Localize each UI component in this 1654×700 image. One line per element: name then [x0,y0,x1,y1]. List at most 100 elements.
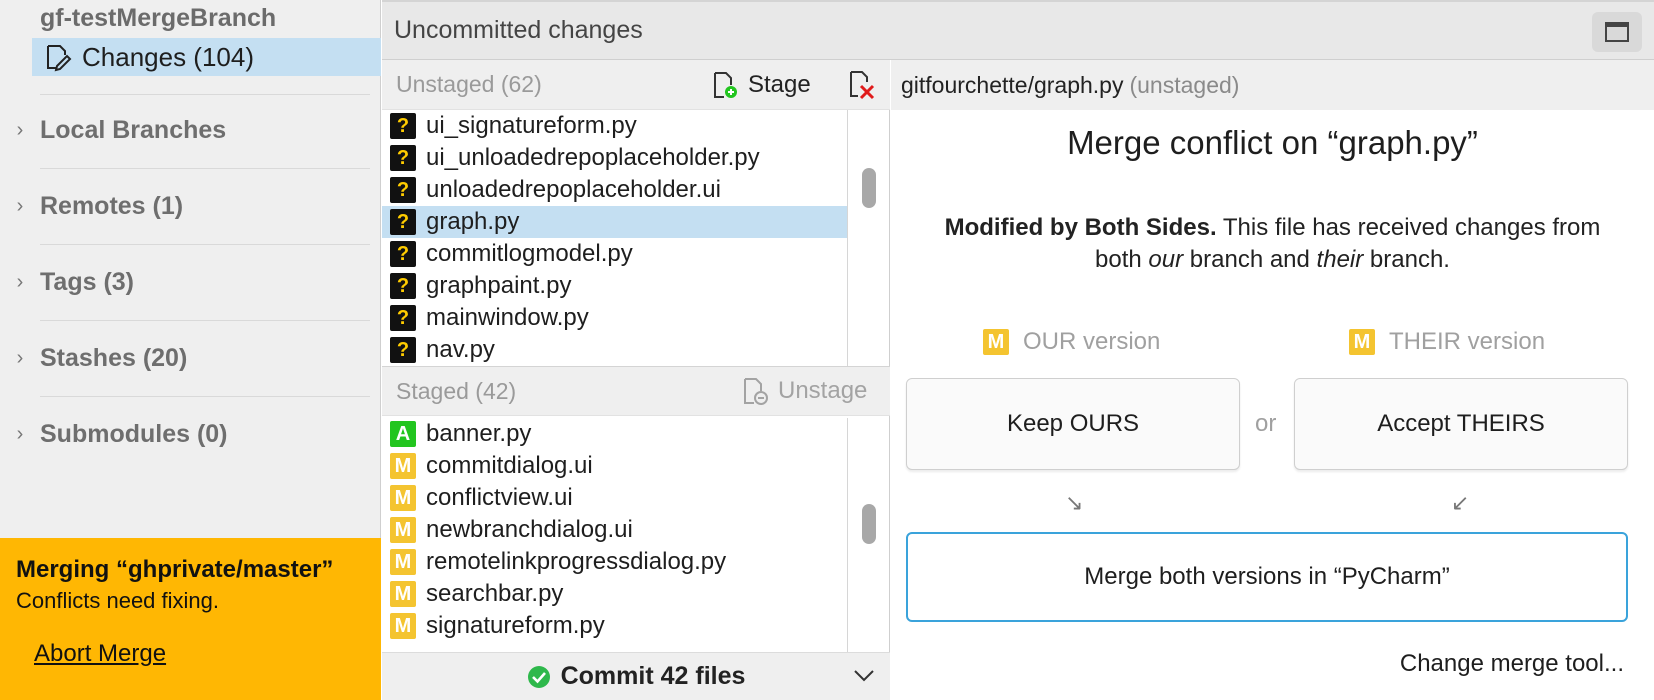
chevron-down-icon[interactable] [852,663,876,687]
page-title: Uncommitted changes [394,16,643,44]
their-version-label: M THEIR version [1349,328,1545,356]
sidebar-section-stashes[interactable]: › Stashes (20) [0,338,381,378]
status-badge: ? [390,145,416,171]
staged-header: Staged (42) Unstage [382,366,890,416]
or-label: or [1255,410,1277,437]
list-item[interactable]: M newbranchdialog.ui [382,514,848,546]
stage-file-icon [714,71,737,98]
file-path-bar: gitfourchette/graph.py (unstaged) [891,60,1654,110]
section-label: Remotes (1) [40,191,184,220]
abort-merge-link[interactable]: Abort Merge [34,640,166,668]
list-item[interactable]: ? commitlogmodel.py [382,238,848,270]
list-item[interactable]: M signatureform.py [382,610,848,642]
accept-theirs-button[interactable]: Accept THEIRS [1294,378,1628,470]
file-name: nav.py [426,336,495,363]
divider [40,320,370,321]
desc-text: branch and [1183,246,1317,273]
conflict-description: Modified by Both Sides. This file has re… [921,212,1624,276]
list-item[interactable]: M searchbar.py [382,578,848,610]
list-item[interactable]: M commitdialog.ui [382,450,848,482]
status-badge: M [1349,329,1375,355]
divider [40,396,370,397]
merge-both-button[interactable]: Merge both versions in “PyCharm” [906,532,1628,622]
list-item[interactable]: A banner.py [382,418,848,450]
status-badge: ? [390,305,416,331]
section-label: Tags (3) [40,267,134,296]
merge-status-banner: Merging “ghprivate/master” Conflicts nee… [0,538,381,700]
staged-file-list: A banner.py M commitdialog.ui M conflict… [382,418,848,652]
scrollbar-thumb[interactable] [862,168,876,208]
desc-text: branch. [1363,246,1450,273]
file-name: searchbar.py [426,580,564,607]
arrow-down-left-icon: ↙ [1451,490,1470,515]
status-badge: M [390,517,416,543]
version-label: THEIR version [1389,328,1546,355]
file-name: ui_signatureform.py [426,112,637,139]
status-badge: ? [390,177,416,203]
unstaged-title: Unstaged (62) [396,71,542,97]
maximize-button[interactable] [1592,12,1642,52]
file-name: remotelinkprogressdialog.py [426,548,727,575]
unstage-button[interactable]: Unstage [742,377,867,405]
chevron-right-icon: › [16,422,24,445]
scrollbar-thumb[interactable] [862,504,876,544]
list-item[interactable]: ? mainwindow.py [382,302,848,334]
file-lists-panel: Unstaged (62) Stage ? ui_signatureform.p… [382,60,890,700]
our-version-label: M OUR version [983,328,1160,356]
list-item[interactable]: ? ui_unloadedrepoplaceholder.py [382,142,848,174]
commit-button[interactable]: Commit 42 files [382,652,890,700]
desc-our: our [1148,246,1184,273]
status-badge: M [390,613,416,639]
merge-title: Merging “ghprivate/master” [16,556,334,583]
keep-ours-button[interactable]: Keep OURS [906,378,1240,470]
list-item[interactable]: ? graphpaint.py [382,270,848,302]
file-name: newbranchdialog.ui [426,516,633,543]
unstaged-scrollbar[interactable] [847,110,889,366]
sidebar-item-changes[interactable]: Changes (104) [32,38,381,76]
staged-title: Staged (42) [396,377,517,404]
list-item-selected[interactable]: ? graph.py [382,206,848,238]
list-item[interactable]: M remotelinkprogressdialog.py [382,546,848,578]
staged-scrollbar[interactable] [847,418,889,652]
section-label: Stashes (20) [40,343,188,372]
section-label: Submodules (0) [40,419,228,448]
sidebar: gf-testMergeBranch Changes (104) › Local… [0,0,381,700]
change-merge-tool-button[interactable]: Change merge tool... [1400,650,1624,678]
desc-their: their [1316,246,1364,273]
unstaged-header: Unstaged (62) Stage [382,60,890,110]
desc-bold: Modified by Both Sides. [944,214,1217,241]
file-path: gitfourchette/graph.py [901,71,1124,98]
sidebar-section-tags[interactable]: › Tags (3) [0,262,381,302]
list-item[interactable]: ? nav.py [382,334,848,366]
list-item[interactable]: ? unloadedrepoplaceholder.ui [382,174,848,206]
file-name: banner.py [426,420,532,447]
divider [40,244,370,245]
main-header: Uncommitted changes [382,0,1654,60]
status-badge: ? [390,209,416,235]
file-name: mainwindow.py [426,304,589,331]
file-name: unloadedrepoplaceholder.ui [426,176,721,203]
list-item[interactable]: M conflictview.ui [382,482,848,514]
edit-file-icon [47,45,72,72]
list-item[interactable]: ? ui_signatureform.py [382,110,848,142]
status-badge: M [390,581,416,607]
file-name: graphpaint.py [426,272,572,299]
file-name: ui_unloadedrepoplaceholder.py [426,144,760,171]
status-badge: M [390,485,416,511]
check-circle-icon [527,665,550,688]
stage-button[interactable]: Stage [712,71,811,99]
sidebar-section-submodules[interactable]: › Submodules (0) [0,414,381,454]
chevron-right-icon: › [16,194,24,217]
discard-icon[interactable] [848,70,876,100]
sidebar-section-local-branches[interactable]: › Local Branches [0,110,381,150]
version-label: OUR version [1023,328,1161,355]
sidebar-section-remotes[interactable]: › Remotes (1) [0,186,381,226]
repo-name: gf-testMergeBranch [40,4,277,32]
conflict-title: Merge conflict on “graph.py” [1067,124,1478,161]
file-name: conflictview.ui [426,484,573,511]
file-name: commitdialog.ui [426,452,593,479]
chevron-right-icon: › [16,346,24,369]
status-badge: ? [390,337,416,363]
divider [40,94,370,95]
arrow-down-right-icon: ↘ [1065,490,1084,515]
